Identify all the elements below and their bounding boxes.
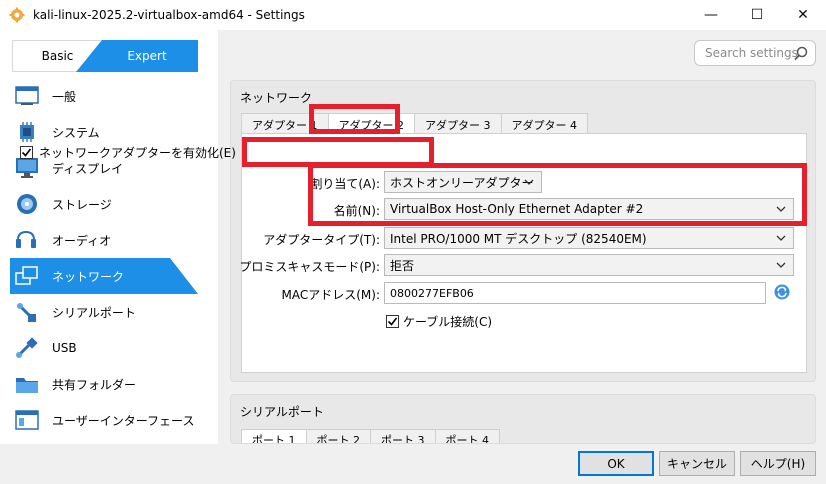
- nav-label: 共有フォルダー: [52, 377, 137, 392]
- adapter-type-value: Intel PRO/1000 MT デスクトップ (82540EM): [390, 231, 647, 246]
- serial-port-icon: [14, 300, 40, 324]
- nav-item-user-interface[interactable]: ユーザーインターフェース: [0, 402, 218, 438]
- nav-item-network[interactable]: ネットワーク: [0, 258, 218, 294]
- ok-button[interactable]: OK: [578, 451, 654, 476]
- name-label: 名前(N):: [333, 204, 380, 218]
- tab-port-3[interactable]: ポート 3: [370, 429, 436, 443]
- refresh-mac-icon[interactable]: [773, 283, 791, 301]
- nav-label: ディスプレイ: [52, 161, 124, 176]
- tab-port-2[interactable]: ポート 2: [305, 429, 371, 443]
- audio-icon: [14, 228, 40, 252]
- attached-to-value: ホストオンリーアダプター: [390, 175, 534, 190]
- promiscuous-mode-label: プロミスキャスモード(P):: [239, 260, 380, 274]
- nav-label: ユーザーインターフェース: [52, 413, 195, 428]
- promiscuous-mode-select[interactable]: 拒否: [384, 254, 794, 276]
- search-placeholder: Search settings: [705, 46, 798, 60]
- close-button[interactable]: ✕: [780, 0, 826, 30]
- enable-adapter-checkbox[interactable]: [20, 146, 33, 159]
- nav-label: システム: [52, 125, 100, 140]
- tab-port-4[interactable]: ポート 4: [434, 429, 500, 443]
- cable-connected-row[interactable]: ケーブル接続(C): [386, 313, 492, 330]
- serial-section-title: シリアルポート: [240, 405, 324, 419]
- settings-nav: 一般 システム ディスプレイ ストレージ オーディオ ネットワーク シリアルポー…: [0, 78, 218, 438]
- usb-icon: [14, 336, 40, 360]
- nav-item-shared-folders[interactable]: 共有フォルダー: [0, 366, 218, 402]
- dialog-footer: OK キャンセル ヘルプ(H): [0, 444, 826, 484]
- nav-label: シリアルポート: [52, 305, 136, 320]
- search-settings-input[interactable]: Search settings: [694, 40, 816, 66]
- chevron-down-icon: [776, 206, 786, 212]
- adapter-type-select[interactable]: Intel PRO/1000 MT デスクトップ (82540EM): [384, 227, 794, 249]
- nav-item-audio[interactable]: オーディオ: [0, 222, 218, 258]
- nav-label: 一般: [52, 89, 77, 104]
- tab-port-1[interactable]: ポート 1: [241, 429, 307, 443]
- serial-ports-section: シリアルポート ポート 1 ポート 2 ポート 3 ポート 4: [230, 394, 816, 444]
- expert-mode-label: Expert: [127, 49, 167, 63]
- adapter-tab-panel: [241, 133, 807, 373]
- attached-to-select[interactable]: ホストオンリーアダプター: [384, 171, 542, 193]
- minimize-button[interactable]: —: [688, 0, 734, 30]
- general-icon: [14, 84, 40, 108]
- cable-connected-checkbox[interactable]: [386, 315, 399, 328]
- nav-item-storage[interactable]: ストレージ: [0, 186, 218, 222]
- tab-adapter-3[interactable]: アダプター 3: [414, 113, 502, 135]
- chevron-down-icon: [776, 235, 786, 241]
- adapter-tabs: アダプター 1 アダプター 2 アダプター 3 アダプター 4: [241, 113, 588, 135]
- checkmark-icon: [21, 148, 32, 157]
- serial-port-tabs: ポート 1 ポート 2 ポート 3 ポート 4: [241, 429, 500, 443]
- nav-label: オーディオ: [52, 233, 112, 248]
- enable-adapter-label: ネットワークアダプターを有効化(E): [39, 146, 236, 160]
- mode-toggle: Basic Expert: [12, 40, 198, 72]
- enable-adapter-row[interactable]: ネットワークアダプターを有効化(E): [20, 144, 236, 161]
- mac-address-input[interactable]: 0800277EFB06: [384, 282, 766, 304]
- cable-connected-label: ケーブル接続(C): [403, 315, 493, 329]
- adapter-type-label: アダプタータイプ(T):: [263, 233, 380, 247]
- nav-label: ネットワーク: [52, 269, 125, 284]
- nav-label: ストレージ: [52, 197, 112, 212]
- cancel-button[interactable]: キャンセル: [659, 451, 735, 476]
- settings-sidebar: Basic Expert 一般 システム ディスプレイ ストレージ オーディオ …: [0, 30, 218, 444]
- nav-label: USB: [52, 341, 77, 355]
- virtualbox-gear-icon: [9, 7, 25, 23]
- mac-address-label: MACアドレス(M):: [281, 288, 381, 302]
- network-section-title: ネットワーク: [240, 91, 313, 105]
- tab-adapter-1[interactable]: アダプター 1: [241, 113, 329, 135]
- adapter-name-value: VirtualBox Host-Only Ethernet Adapter #2: [390, 202, 644, 216]
- attached-to-label: 割り当て(A):: [310, 177, 380, 191]
- tab-adapter-2[interactable]: アダプター 2: [327, 113, 415, 135]
- chevron-down-icon: [524, 179, 534, 185]
- chevron-down-icon: [776, 262, 786, 268]
- maximize-button[interactable]: ☐: [734, 0, 780, 30]
- promiscuous-mode-value: 拒否: [390, 258, 415, 273]
- title-bar: kali-linux-2025.2-virtualbox-amd64 - Set…: [0, 0, 826, 30]
- shared-folder-icon: [14, 372, 40, 396]
- system-icon: [14, 120, 40, 144]
- help-button[interactable]: ヘルプ(H): [740, 451, 816, 476]
- nav-item-general[interactable]: 一般: [0, 78, 218, 114]
- nav-item-serial-port[interactable]: シリアルポート: [0, 294, 218, 330]
- mac-address-value: 0800277EFB06: [390, 286, 474, 300]
- adapter-name-select[interactable]: VirtualBox Host-Only Ethernet Adapter #2: [384, 198, 794, 220]
- tab-adapter-4[interactable]: アダプター 4: [500, 113, 588, 135]
- user-interface-icon: [14, 408, 40, 432]
- nav-item-usb[interactable]: USB: [0, 330, 218, 366]
- checkmark-icon: [387, 317, 398, 326]
- network-icon: [14, 264, 40, 288]
- window-title: kali-linux-2025.2-virtualbox-amd64 - Set…: [33, 8, 305, 22]
- storage-icon: [14, 192, 40, 216]
- search-icon[interactable]: [793, 45, 809, 61]
